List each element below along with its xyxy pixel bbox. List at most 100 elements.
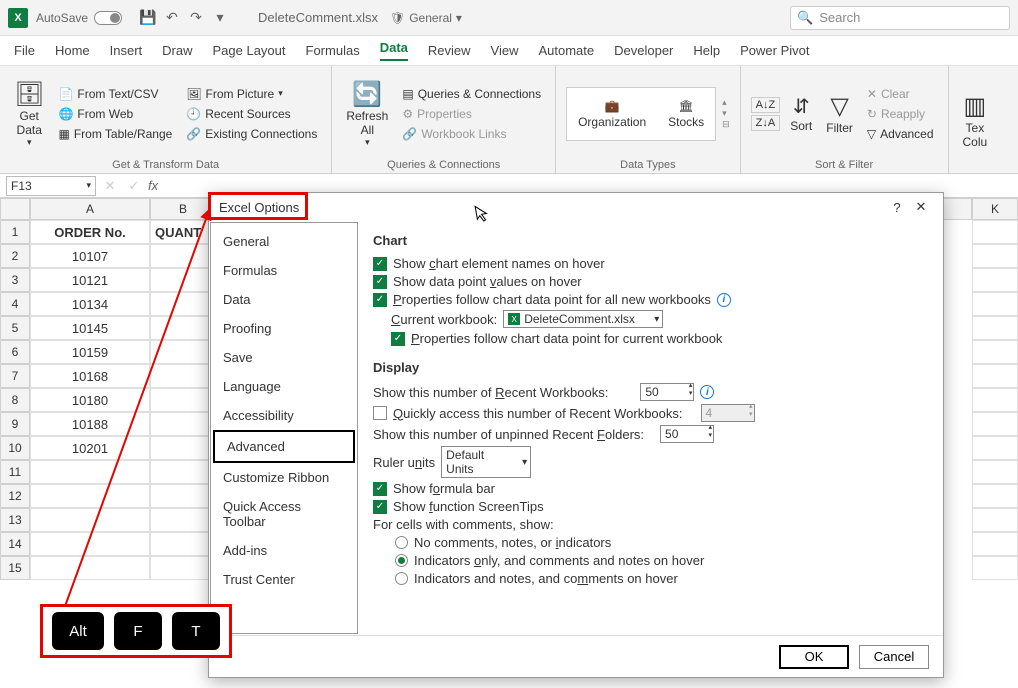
checkbox-checked-icon[interactable]: ✓ bbox=[391, 332, 405, 346]
cell[interactable] bbox=[30, 460, 150, 484]
tab-power-pivot[interactable]: Power Pivot bbox=[740, 43, 809, 58]
data-types-gallery[interactable]: 💼Organization 🏛Stocks bbox=[566, 87, 716, 141]
cell[interactable] bbox=[150, 316, 216, 340]
info-icon[interactable]: i bbox=[700, 385, 714, 399]
qat-dropdown-icon[interactable]: ▾ bbox=[210, 8, 230, 28]
sidebar-item-language[interactable]: Language bbox=[211, 372, 357, 401]
save-icon[interactable]: 💾 bbox=[138, 8, 158, 28]
cell[interactable] bbox=[150, 388, 216, 412]
chevron-down-icon[interactable]: ▾ bbox=[86, 180, 91, 191]
cell[interactable] bbox=[972, 436, 1018, 460]
cell[interactable] bbox=[150, 364, 216, 388]
sidebar-item-proofing[interactable]: Proofing bbox=[211, 314, 357, 343]
checkbox-checked-icon[interactable]: ✓ bbox=[373, 482, 387, 496]
tab-developer[interactable]: Developer bbox=[614, 43, 673, 58]
tab-page-layout[interactable]: Page Layout bbox=[213, 43, 286, 58]
info-icon[interactable]: i bbox=[717, 293, 731, 307]
ok-button[interactable]: OK bbox=[779, 645, 849, 669]
row-header[interactable]: 9 bbox=[0, 412, 30, 436]
sidebar-item-customize-ribbon[interactable]: Customize Ribbon bbox=[211, 463, 357, 492]
radio-unchecked-icon[interactable] bbox=[395, 572, 408, 585]
cell[interactable] bbox=[150, 436, 216, 460]
cell[interactable]: 10188 bbox=[30, 412, 150, 436]
current-workbook-combo[interactable]: X DeleteComment.xlsx bbox=[503, 310, 663, 328]
recent-workbooks-spinner[interactable]: 50 bbox=[640, 383, 694, 401]
row-header[interactable]: 11 bbox=[0, 460, 30, 484]
row-header[interactable]: 12 bbox=[0, 484, 30, 508]
tab-draw[interactable]: Draw bbox=[162, 43, 192, 58]
enter-icon[interactable]: ✓ bbox=[124, 176, 144, 196]
checkbox-checked-icon[interactable]: ✓ bbox=[373, 500, 387, 514]
row-header[interactable]: 14 bbox=[0, 532, 30, 556]
checkbox-checked-icon[interactable]: ✓ bbox=[373, 293, 387, 307]
cell[interactable] bbox=[150, 484, 216, 508]
row-header[interactable]: 2 bbox=[0, 244, 30, 268]
radio-checked-icon[interactable] bbox=[395, 554, 408, 567]
row-header[interactable]: 10 bbox=[0, 436, 30, 460]
sensitivity-label[interactable]: 🛡 General ▾ bbox=[390, 11, 462, 25]
autosave-toggle[interactable]: AutoSave bbox=[36, 11, 122, 25]
search-input[interactable]: 🔍 Search bbox=[790, 6, 1010, 30]
checkbox-checked-icon[interactable]: ✓ bbox=[373, 275, 387, 289]
gallery-more-icon[interactable]: ⊟ bbox=[722, 119, 730, 130]
tab-review[interactable]: Review bbox=[428, 43, 471, 58]
sidebar-item-formulas[interactable]: Formulas bbox=[211, 256, 357, 285]
row-header[interactable]: 7 bbox=[0, 364, 30, 388]
redo-icon[interactable]: ↷ bbox=[186, 8, 206, 28]
cell[interactable] bbox=[972, 292, 1018, 316]
tab-home[interactable]: Home bbox=[55, 43, 90, 58]
cell[interactable] bbox=[972, 268, 1018, 292]
stocks-type[interactable]: 🏛Stocks bbox=[668, 99, 704, 129]
cell[interactable]: 10180 bbox=[30, 388, 150, 412]
row-header[interactable]: 1 bbox=[0, 220, 30, 244]
checkbox-checked-icon[interactable]: ✓ bbox=[373, 257, 387, 271]
cell[interactable]: QUANT bbox=[150, 220, 216, 244]
cell[interactable] bbox=[150, 556, 216, 580]
cell[interactable] bbox=[150, 268, 216, 292]
cancel-button[interactable]: Cancel bbox=[859, 645, 929, 669]
row-header[interactable]: 5 bbox=[0, 316, 30, 340]
radio-unchecked-icon[interactable] bbox=[395, 536, 408, 549]
sidebar-item-accessibility[interactable]: Accessibility bbox=[211, 401, 357, 430]
tab-help[interactable]: Help bbox=[693, 43, 720, 58]
queries-connections-button[interactable]: ▤Queries & Connections bbox=[398, 85, 545, 103]
cell[interactable]: ORDER No. bbox=[30, 220, 150, 244]
cell[interactable]: 10201 bbox=[30, 436, 150, 460]
cell[interactable] bbox=[972, 364, 1018, 388]
tab-insert[interactable]: Insert bbox=[110, 43, 143, 58]
sidebar-item-save[interactable]: Save bbox=[211, 343, 357, 372]
dialog-titlebar[interactable]: Excel Options ? ✕ bbox=[209, 193, 943, 221]
gallery-up-icon[interactable]: ▴ bbox=[722, 97, 730, 108]
cell[interactable] bbox=[150, 292, 216, 316]
sort-desc-icon[interactable]: Z↓A bbox=[751, 115, 781, 131]
advanced-filter-button[interactable]: ▽Advanced bbox=[863, 125, 938, 143]
cell[interactable]: 10107 bbox=[30, 244, 150, 268]
cell[interactable]: 10168 bbox=[30, 364, 150, 388]
cell[interactable] bbox=[972, 484, 1018, 508]
cell[interactable] bbox=[150, 340, 216, 364]
cell[interactable]: 10134 bbox=[30, 292, 150, 316]
cell[interactable]: 10159 bbox=[30, 340, 150, 364]
cell[interactable] bbox=[972, 388, 1018, 412]
select-all-corner[interactable] bbox=[0, 198, 30, 220]
row-header[interactable]: 3 bbox=[0, 268, 30, 292]
tab-data[interactable]: Data bbox=[380, 40, 408, 61]
ruler-units-combo[interactable]: Default Units bbox=[441, 446, 531, 478]
close-button[interactable]: ✕ bbox=[909, 195, 933, 219]
get-data-button[interactable]: 🗄 Get Data ▾ bbox=[10, 70, 48, 157]
recent-sources-button[interactable]: 🕘Recent Sources bbox=[182, 105, 321, 123]
cell[interactable] bbox=[30, 556, 150, 580]
column-header-b[interactable]: B bbox=[150, 198, 216, 220]
row-header[interactable]: 4 bbox=[0, 292, 30, 316]
tab-file[interactable]: File bbox=[14, 43, 35, 58]
tab-view[interactable]: View bbox=[491, 43, 519, 58]
cell[interactable]: 10145 bbox=[30, 316, 150, 340]
cell[interactable] bbox=[972, 508, 1018, 532]
row-header[interactable]: 6 bbox=[0, 340, 30, 364]
column-header-k[interactable]: K bbox=[972, 198, 1018, 220]
fx-icon[interactable]: fx bbox=[148, 178, 158, 193]
sort-asc-icon[interactable]: A↓Z bbox=[751, 97, 781, 113]
tab-automate[interactable]: Automate bbox=[538, 43, 594, 58]
cell[interactable] bbox=[972, 460, 1018, 484]
recent-folders-spinner[interactable]: 50 bbox=[660, 425, 714, 443]
